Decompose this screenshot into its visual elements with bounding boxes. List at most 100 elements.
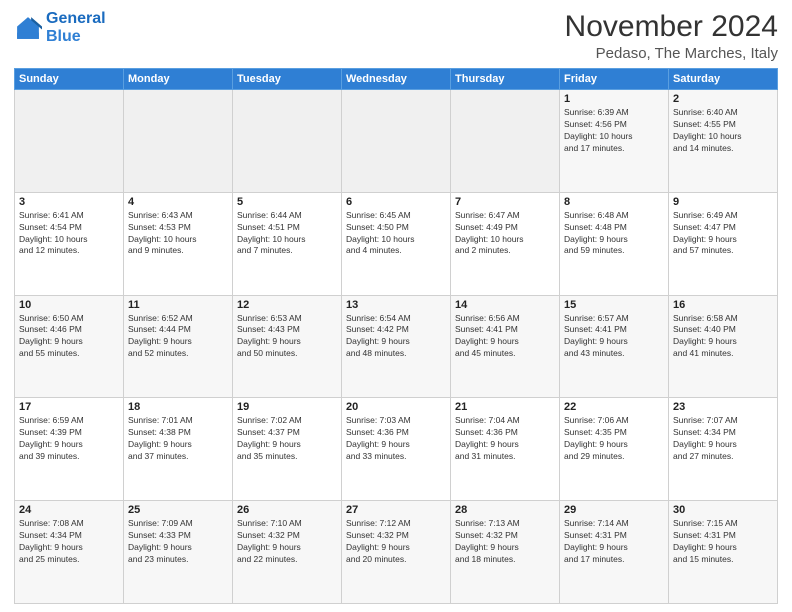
calendar-cell <box>342 90 451 193</box>
day-number: 30 <box>673 504 773 516</box>
calendar-cell: 25 Sunrise: 7:09 AM Sunset: 4:33 PM Dayli… <box>124 501 233 604</box>
calendar-cell: 27 Sunrise: 7:12 AM Sunset: 4:32 PM Dayli… <box>342 501 451 604</box>
day-number: 4 <box>128 196 228 208</box>
day-info: Sunrise: 6:40 AM Sunset: 4:55 PM Dayligh… <box>673 107 773 155</box>
weekday-header-friday: Friday <box>560 69 669 90</box>
day-number: 24 <box>19 504 119 516</box>
day-number: 18 <box>128 401 228 413</box>
day-number: 21 <box>455 401 555 413</box>
logo-line2: Blue <box>46 28 81 45</box>
calendar-cell: 7Sunrise: 6:47 AM Sunset: 4:49 PM Daylig… <box>451 192 560 295</box>
weekday-header-tuesday: Tuesday <box>233 69 342 90</box>
calendar-cell: 26 Sunrise: 7:10 AM Sunset: 4:32 PM Dayli… <box>233 501 342 604</box>
calendar-cell: 13Sunrise: 6:54 AM Sunset: 4:42 PM Dayli… <box>342 295 451 398</box>
calendar-cell <box>451 90 560 193</box>
day-number: 7 <box>455 196 555 208</box>
day-info: Sunrise: 7:15 AM Sunset: 4:31 PM Dayligh… <box>673 518 773 566</box>
calendar-cell: 19 Sunrise: 7:02 AM Sunset: 4:37 PM Dayli… <box>233 398 342 501</box>
calendar-week-2: 3 Sunrise: 6:41 AM Sunset: 4:54 PM Daylig… <box>15 192 778 295</box>
calendar-cell: 15 Sunrise: 6:57 AM Sunset: 4:41 PM Dayli… <box>560 295 669 398</box>
day-info: Sunrise: 7:08 AM Sunset: 4:34 PM Dayligh… <box>19 518 119 566</box>
header: General Blue November 2024 Pedaso, The M… <box>14 10 778 62</box>
calendar-cell: 8 Sunrise: 6:48 AM Sunset: 4:48 PM Daylig… <box>560 192 669 295</box>
calendar-cell: 6 Sunrise: 6:45 AM Sunset: 4:50 PM Daylig… <box>342 192 451 295</box>
day-number: 8 <box>564 196 664 208</box>
day-info: Sunrise: 6:43 AM Sunset: 4:53 PM Dayligh… <box>128 210 228 258</box>
day-info: Sunrise: 7:13 AM Sunset: 4:32 PM Dayligh… <box>455 518 555 566</box>
day-info: Sunrise: 7:01 AM Sunset: 4:38 PM Dayligh… <box>128 415 228 463</box>
location-title: Pedaso, The Marches, Italy <box>565 45 778 62</box>
day-info: Sunrise: 6:53 AM Sunset: 4:43 PM Dayligh… <box>237 313 337 361</box>
day-info: Sunrise: 7:10 AM Sunset: 4:32 PM Dayligh… <box>237 518 337 566</box>
day-number: 10 <box>19 299 119 311</box>
day-number: 16 <box>673 299 773 311</box>
day-info: Sunrise: 6:52 AM Sunset: 4:44 PM Dayligh… <box>128 313 228 361</box>
day-info: Sunrise: 7:09 AM Sunset: 4:33 PM Dayligh… <box>128 518 228 566</box>
day-info: Sunrise: 7:06 AM Sunset: 4:35 PM Dayligh… <box>564 415 664 463</box>
day-info: Sunrise: 7:12 AM Sunset: 4:32 PM Dayligh… <box>346 518 446 566</box>
day-info: Sunrise: 6:57 AM Sunset: 4:41 PM Dayligh… <box>564 313 664 361</box>
weekday-header-thursday: Thursday <box>451 69 560 90</box>
day-number: 14 <box>455 299 555 311</box>
calendar-cell: 18 Sunrise: 7:01 AM Sunset: 4:38 PM Dayli… <box>124 398 233 501</box>
calendar-cell: 3 Sunrise: 6:41 AM Sunset: 4:54 PM Daylig… <box>15 192 124 295</box>
day-number: 25 <box>128 504 228 516</box>
day-info: Sunrise: 6:58 AM Sunset: 4:40 PM Dayligh… <box>673 313 773 361</box>
day-info: Sunrise: 6:41 AM Sunset: 4:54 PM Dayligh… <box>19 210 119 258</box>
calendar-week-1: 1 Sunrise: 6:39 AM Sunset: 4:56 PM Daylig… <box>15 90 778 193</box>
logo-line1: General <box>46 10 106 27</box>
day-number: 15 <box>564 299 664 311</box>
day-number: 28 <box>455 504 555 516</box>
day-info: Sunrise: 7:02 AM Sunset: 4:37 PM Dayligh… <box>237 415 337 463</box>
day-info: Sunrise: 6:56 AM Sunset: 4:41 PM Dayligh… <box>455 313 555 361</box>
calendar-week-4: 17 Sunrise: 6:59 AM Sunset: 4:39 PM Dayli… <box>15 398 778 501</box>
calendar-cell <box>15 90 124 193</box>
weekday-header-sunday: Sunday <box>15 69 124 90</box>
calendar-cell: 17 Sunrise: 6:59 AM Sunset: 4:39 PM Dayli… <box>15 398 124 501</box>
logo-icon <box>14 14 42 42</box>
title-block: November 2024 Pedaso, The Marches, Italy <box>565 10 778 62</box>
page: General Blue November 2024 Pedaso, The M… <box>0 0 792 612</box>
day-info: Sunrise: 6:49 AM Sunset: 4:47 PM Dayligh… <box>673 210 773 258</box>
calendar-week-3: 10Sunrise: 6:50 AM Sunset: 4:46 PM Dayli… <box>15 295 778 398</box>
calendar-cell: 12 Sunrise: 6:53 AM Sunset: 4:43 PM Dayli… <box>233 295 342 398</box>
weekday-row: SundayMondayTuesdayWednesdayThursdayFrid… <box>15 69 778 90</box>
day-number: 29 <box>564 504 664 516</box>
weekday-header-saturday: Saturday <box>669 69 778 90</box>
day-number: 12 <box>237 299 337 311</box>
day-number: 5 <box>237 196 337 208</box>
calendar-cell <box>233 90 342 193</box>
day-info: Sunrise: 7:07 AM Sunset: 4:34 PM Dayligh… <box>673 415 773 463</box>
day-info: Sunrise: 7:03 AM Sunset: 4:36 PM Dayligh… <box>346 415 446 463</box>
day-number: 1 <box>564 93 664 105</box>
calendar-cell: 5Sunrise: 6:44 AM Sunset: 4:51 PM Daylig… <box>233 192 342 295</box>
logo: General Blue <box>14 10 106 45</box>
day-info: Sunrise: 6:45 AM Sunset: 4:50 PM Dayligh… <box>346 210 446 258</box>
calendar-cell: 29Sunrise: 7:14 AM Sunset: 4:31 PM Dayli… <box>560 501 669 604</box>
calendar-body: 1 Sunrise: 6:39 AM Sunset: 4:56 PM Daylig… <box>15 90 778 604</box>
calendar-cell: 20 Sunrise: 7:03 AM Sunset: 4:36 PM Dayli… <box>342 398 451 501</box>
month-title: November 2024 <box>565 10 778 43</box>
calendar-cell: 24 Sunrise: 7:08 AM Sunset: 4:34 PM Dayli… <box>15 501 124 604</box>
day-number: 27 <box>346 504 446 516</box>
day-info: Sunrise: 6:59 AM Sunset: 4:39 PM Dayligh… <box>19 415 119 463</box>
day-number: 3 <box>19 196 119 208</box>
day-number: 17 <box>19 401 119 413</box>
weekday-header-wednesday: Wednesday <box>342 69 451 90</box>
calendar-cell: 28 Sunrise: 7:13 AM Sunset: 4:32 PM Dayli… <box>451 501 560 604</box>
calendar-cell: 21Sunrise: 7:04 AM Sunset: 4:36 PM Dayli… <box>451 398 560 501</box>
calendar-cell: 23Sunrise: 7:07 AM Sunset: 4:34 PM Dayli… <box>669 398 778 501</box>
day-number: 19 <box>237 401 337 413</box>
calendar-week-5: 24 Sunrise: 7:08 AM Sunset: 4:34 PM Dayli… <box>15 501 778 604</box>
calendar-cell: 30 Sunrise: 7:15 AM Sunset: 4:31 PM Dayli… <box>669 501 778 604</box>
day-number: 20 <box>346 401 446 413</box>
calendar-cell: 1 Sunrise: 6:39 AM Sunset: 4:56 PM Daylig… <box>560 90 669 193</box>
day-number: 6 <box>346 196 446 208</box>
day-info: Sunrise: 6:48 AM Sunset: 4:48 PM Dayligh… <box>564 210 664 258</box>
day-number: 22 <box>564 401 664 413</box>
calendar-header: SundayMondayTuesdayWednesdayThursdayFrid… <box>15 69 778 90</box>
day-number: 26 <box>237 504 337 516</box>
calendar-table: SundayMondayTuesdayWednesdayThursdayFrid… <box>14 68 778 604</box>
logo-text: General Blue <box>46 10 106 45</box>
day-info: Sunrise: 6:39 AM Sunset: 4:56 PM Dayligh… <box>564 107 664 155</box>
